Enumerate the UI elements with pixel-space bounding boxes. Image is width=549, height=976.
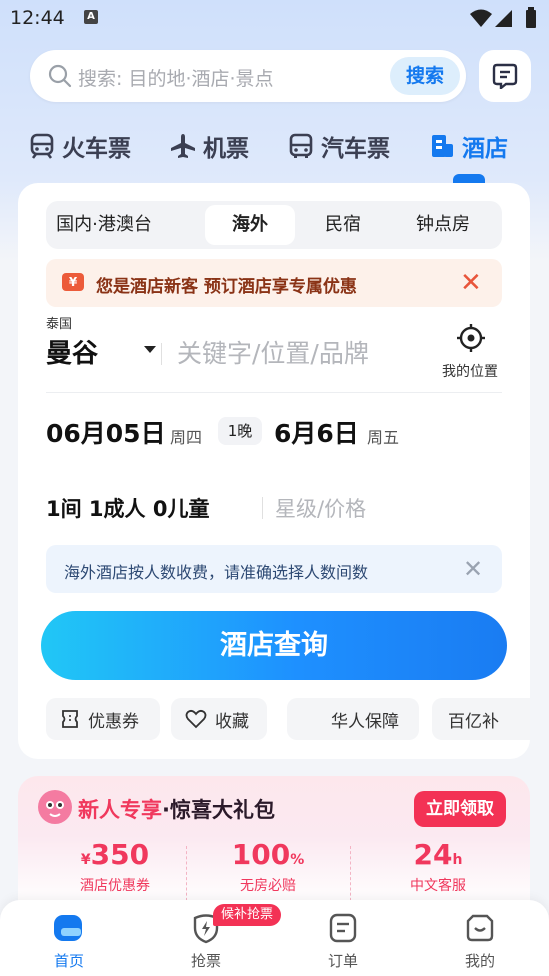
segment-hourly[interactable]: 钟点房 — [398, 201, 488, 249]
home-icon — [54, 915, 82, 941]
divider — [262, 497, 263, 519]
search-icon — [48, 64, 72, 88]
star-price-selector[interactable]: 星级/价格 — [275, 493, 366, 523]
close-icon[interactable]: ✕ — [460, 268, 482, 298]
nav-orders[interactable]: 订单 — [303, 912, 383, 971]
checkin-weekday: 周四 — [170, 428, 203, 447]
signal-icon — [495, 10, 512, 27]
chip-favorites-label: 收藏 — [215, 711, 249, 732]
checkin-date[interactable]: 06月05日 — [46, 414, 166, 450]
divider — [186, 846, 188, 906]
perk-support-value: 24 — [413, 838, 453, 871]
segment-domestic[interactable]: 国内·港澳台 — [46, 201, 162, 249]
nav-grab-tickets-label: 抢票 — [190, 952, 221, 970]
segment-overseas[interactable]: 海外 — [205, 205, 295, 245]
chip-guarantee-label: 华人保障 — [331, 711, 399, 732]
banner-title: 新人专享·惊喜大礼包 — [78, 794, 275, 824]
chip-subsidy[interactable]: 百亿补 — [432, 698, 530, 740]
hotel-search-card: 国内·港澳台 海外 民宿 钟点房 ¥ 您是酒店新客 预订酒店享专属优惠 ✕ 泰国… — [18, 183, 530, 759]
yen-icon: ¥ — [62, 273, 84, 291]
perk-compensation-label: 无房必赔 — [240, 878, 296, 894]
nights-badge: 1晚 — [218, 417, 262, 445]
chip-subsidy-label: 百亿补 — [448, 711, 499, 732]
segment-control: 国内·港澳台 海外 民宿 钟点房 — [46, 201, 502, 249]
train-icon — [30, 133, 54, 159]
divider — [161, 343, 162, 365]
waitlist-badge: 候补抢票 — [213, 904, 282, 926]
nav-home[interactable]: 首页 — [29, 912, 109, 971]
battery-icon — [526, 7, 536, 28]
tab-flight[interactable]: 机票 — [169, 128, 249, 164]
my-location-label[interactable]: 我的位置 — [442, 361, 498, 381]
segment-homestay[interactable]: 民宿 — [298, 201, 388, 249]
search-bar[interactable]: 搜索: 目的地·酒店·景点 搜索 — [30, 50, 466, 102]
divider — [46, 392, 502, 393]
claim-button[interactable]: 立即领取 — [414, 791, 506, 827]
nav-profile[interactable]: 我的 — [440, 912, 520, 971]
hotel-search-button[interactable]: 酒店查询 — [41, 611, 507, 680]
plane-icon — [171, 134, 195, 158]
hotel-icon — [432, 135, 453, 157]
status-time: 12:44 — [10, 7, 65, 29]
tab-flight-label: 机票 — [203, 136, 249, 162]
tab-hotel-label: 酒店 — [462, 136, 508, 162]
notification-a-icon: A — [84, 10, 98, 24]
banner-title-rest: ·惊喜大礼包 — [162, 798, 275, 822]
tab-bus-label: 汽车票 — [321, 136, 390, 162]
profile-icon — [466, 914, 494, 942]
new-customer-promo[interactable]: ¥ 您是酒店新客 预订酒店享专属优惠 ✕ — [46, 259, 502, 307]
keyword-input[interactable]: 关键字/位置/品牌 — [177, 334, 369, 370]
locate-icon[interactable] — [456, 323, 486, 353]
status-bar: 12:44 A — [0, 0, 549, 38]
close-icon[interactable]: ✕ — [463, 555, 483, 583]
heart-icon — [185, 709, 207, 729]
coupon-icon — [62, 710, 78, 728]
promo-text: 您是酒店新客 预订酒店享专属优惠 — [96, 277, 357, 297]
country-label: 泰国 — [46, 317, 73, 332]
checkout-weekday: 周五 — [367, 428, 400, 447]
tab-train[interactable]: 火车票 — [28, 128, 131, 164]
message-icon — [492, 63, 518, 89]
nav-profile-label: 我的 — [464, 952, 495, 970]
perk-coupon-prefix: ¥ — [80, 852, 91, 868]
divider — [350, 846, 352, 906]
mascot-icon — [38, 790, 72, 824]
tab-bus[interactable]: 汽车票 — [287, 128, 390, 164]
nav-home-label: 首页 — [53, 952, 84, 970]
perk-compensation-value: 100 — [231, 838, 291, 871]
banner-title-highlight: 新人专享 — [78, 798, 162, 822]
chip-guarantee[interactable]: 华人保障 — [287, 698, 419, 740]
tab-hotel[interactable]: 酒店 — [428, 128, 508, 164]
perk-support-suffix: h — [452, 852, 463, 868]
bus-icon — [289, 133, 313, 158]
chevron-down-icon[interactable] — [144, 346, 156, 353]
message-button[interactable] — [479, 50, 531, 102]
search-button[interactable]: 搜索 — [390, 57, 460, 95]
checkout-date[interactable]: 6月6日 — [274, 414, 359, 450]
wifi-icon — [470, 9, 492, 27]
pricing-notice: 海外酒店按人数收费，请准确选择人数间数 ✕ — [46, 545, 502, 593]
tab-train-label: 火车票 — [62, 136, 131, 162]
perk-coupon-label: 酒店优惠券 — [80, 878, 150, 894]
chip-coupon-label: 优惠券 — [88, 711, 139, 732]
chip-coupon[interactable]: 优惠券 — [46, 698, 160, 740]
perk-support-label: 中文客服 — [410, 878, 466, 894]
orders-icon — [329, 913, 357, 943]
chip-favorites[interactable]: 收藏 — [171, 698, 267, 740]
city-selector[interactable]: 曼谷 — [46, 333, 98, 370]
perk-coupon-value: 350 — [90, 838, 150, 871]
search-input[interactable]: 搜索: 目的地·酒店·景点 — [78, 64, 274, 91]
perk-compensation-suffix: % — [290, 852, 305, 868]
guests-selector[interactable]: 1间 1成人 0儿童 — [46, 493, 209, 523]
notice-text: 海外酒店按人数收费，请准确选择人数间数 — [64, 563, 369, 582]
nav-orders-label: 订单 — [327, 952, 358, 970]
